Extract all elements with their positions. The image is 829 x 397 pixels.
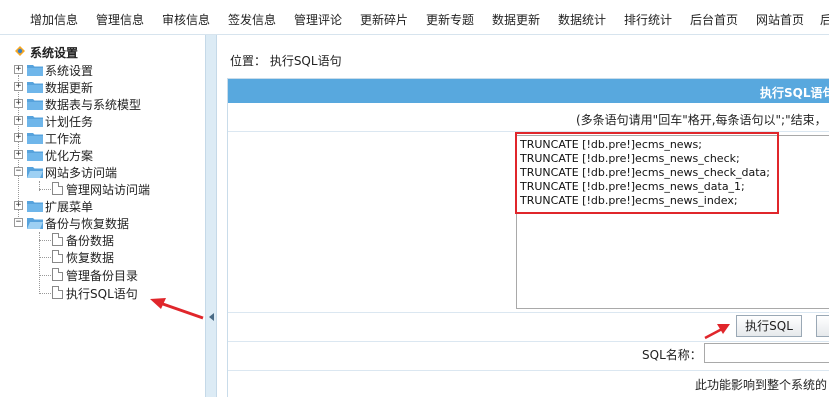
nav-add-info[interactable]: 增加信息	[30, 11, 78, 28]
collapse-icon[interactable]: −	[14, 167, 23, 176]
tree-node-multi-access[interactable]: − 网站多访问端	[14, 164, 194, 180]
folder-icon	[27, 116, 43, 127]
tree-node-backup[interactable]: − 备份与恢复数据	[14, 215, 194, 231]
sql-name-label: SQL名称：	[642, 348, 702, 362]
folder-icon	[27, 82, 43, 93]
expand-icon[interactable]: +	[14, 201, 23, 210]
tree-connector	[39, 257, 51, 258]
tree-node-data-update[interactable]: + 数据更新	[14, 79, 194, 95]
sql-name-input[interactable]	[704, 343, 829, 363]
tree-connector	[39, 240, 51, 241]
collapse-icon[interactable]: −	[14, 218, 23, 227]
folder-icon	[27, 133, 43, 144]
tree-leaf-manage-access[interactable]: 管理网站访问端	[52, 181, 202, 197]
nav-admin-home[interactable]: 后台首页	[690, 11, 738, 28]
nav-manage-info[interactable]: 管理信息	[96, 11, 144, 28]
expand-icon[interactable]: +	[14, 65, 23, 74]
folder-icon	[27, 65, 43, 76]
nav-data-stats[interactable]: 数据统计	[558, 11, 606, 28]
tree-node-ext-menu[interactable]: + 扩展菜单	[14, 198, 194, 214]
nav-manage-comments[interactable]: 管理评论	[294, 11, 342, 28]
folder-open-icon	[27, 167, 43, 178]
secondary-button[interactable]: 重	[816, 315, 829, 337]
tree-node-tables[interactable]: + 数据表与系统模型	[14, 96, 194, 112]
tree-leaf-exec-sql[interactable]: 执行SQL语句	[52, 285, 202, 301]
nav-site-home[interactable]: 网站首页	[756, 11, 804, 28]
tree-connector	[39, 275, 51, 276]
main-content: 位置： 执行SQL语句 执行SQL语句 (多条语句请用"回车"格开,每条语句以"…	[217, 35, 829, 397]
sql-hint-text: (多条语句请用"回车"格开,每条语句以";"结束，	[576, 113, 827, 127]
warning-text: 此功能影响到整个系统的	[695, 378, 828, 392]
document-icon	[52, 182, 63, 195]
tree-leaf-backup-data[interactable]: 备份数据	[52, 232, 202, 248]
tree-connector	[39, 232, 40, 294]
tree-node-system[interactable]: + 系统设置	[14, 62, 194, 78]
folder-icon	[27, 150, 43, 161]
expand-icon[interactable]: +	[14, 150, 23, 159]
sidebar-collapse-handle[interactable]	[205, 35, 217, 397]
divider	[228, 341, 829, 342]
tree-connector	[39, 189, 51, 190]
document-icon	[52, 233, 63, 246]
document-icon	[52, 250, 63, 263]
folder-icon	[27, 99, 43, 110]
expand-icon[interactable]: +	[14, 116, 23, 125]
expand-icon[interactable]: +	[14, 133, 23, 142]
divider	[228, 131, 829, 132]
folder-open-icon	[27, 218, 43, 229]
nav-update-topics[interactable]: 更新专题	[426, 11, 474, 28]
tree-node-tasks[interactable]: + 计划任务	[14, 113, 194, 129]
document-icon	[52, 286, 63, 299]
sidebar-tree: 系统设置 + 系统设置 + 数据更新 + 数据表与系统模型 + 计划任务 + 工…	[0, 35, 205, 397]
nav-data-update[interactable]: 数据更新	[492, 11, 540, 28]
tree-leaf-restore-data[interactable]: 恢复数据	[52, 249, 202, 265]
divider	[228, 312, 829, 313]
nav-ranking-stats[interactable]: 排行统计	[624, 11, 672, 28]
tree-root-label: 系统设置	[30, 46, 79, 60]
panel-title: 执行SQL语句	[760, 86, 829, 100]
panel-header: 执行SQL语句	[228, 79, 829, 103]
settings-icon	[15, 46, 25, 56]
tree-connector	[39, 293, 51, 294]
sql-textarea[interactable]	[516, 135, 829, 309]
tree-node-optimize[interactable]: + 优化方案	[14, 147, 194, 163]
nav-update-fragments[interactable]: 更新碎片	[360, 11, 408, 28]
expand-icon[interactable]: +	[14, 99, 23, 108]
nav-review-info[interactable]: 审核信息	[162, 11, 210, 28]
breadcrumb: 位置： 执行SQL语句	[230, 54, 342, 68]
document-icon	[52, 268, 63, 281]
nav-sign-info[interactable]: 签发信息	[228, 11, 276, 28]
nav-overflow-item[interactable]: 后	[820, 11, 829, 28]
top-nav: 增加信息 管理信息 审核信息 签发信息 管理评论 更新碎片 更新专题 数据更新 …	[0, 0, 829, 35]
exec-sql-panel: 执行SQL语句 (多条语句请用"回车"格开,每条语句以";"结束， 执行SQL …	[227, 78, 829, 397]
tree-leaf-manage-backup-dir[interactable]: 管理备份目录	[52, 267, 202, 283]
exec-sql-button[interactable]: 执行SQL	[736, 315, 802, 337]
divider	[228, 370, 829, 371]
collapse-left-icon[interactable]	[209, 313, 214, 321]
expand-icon[interactable]: +	[14, 82, 23, 91]
folder-icon	[27, 201, 43, 212]
tree-node-workflow[interactable]: + 工作流	[14, 130, 194, 146]
